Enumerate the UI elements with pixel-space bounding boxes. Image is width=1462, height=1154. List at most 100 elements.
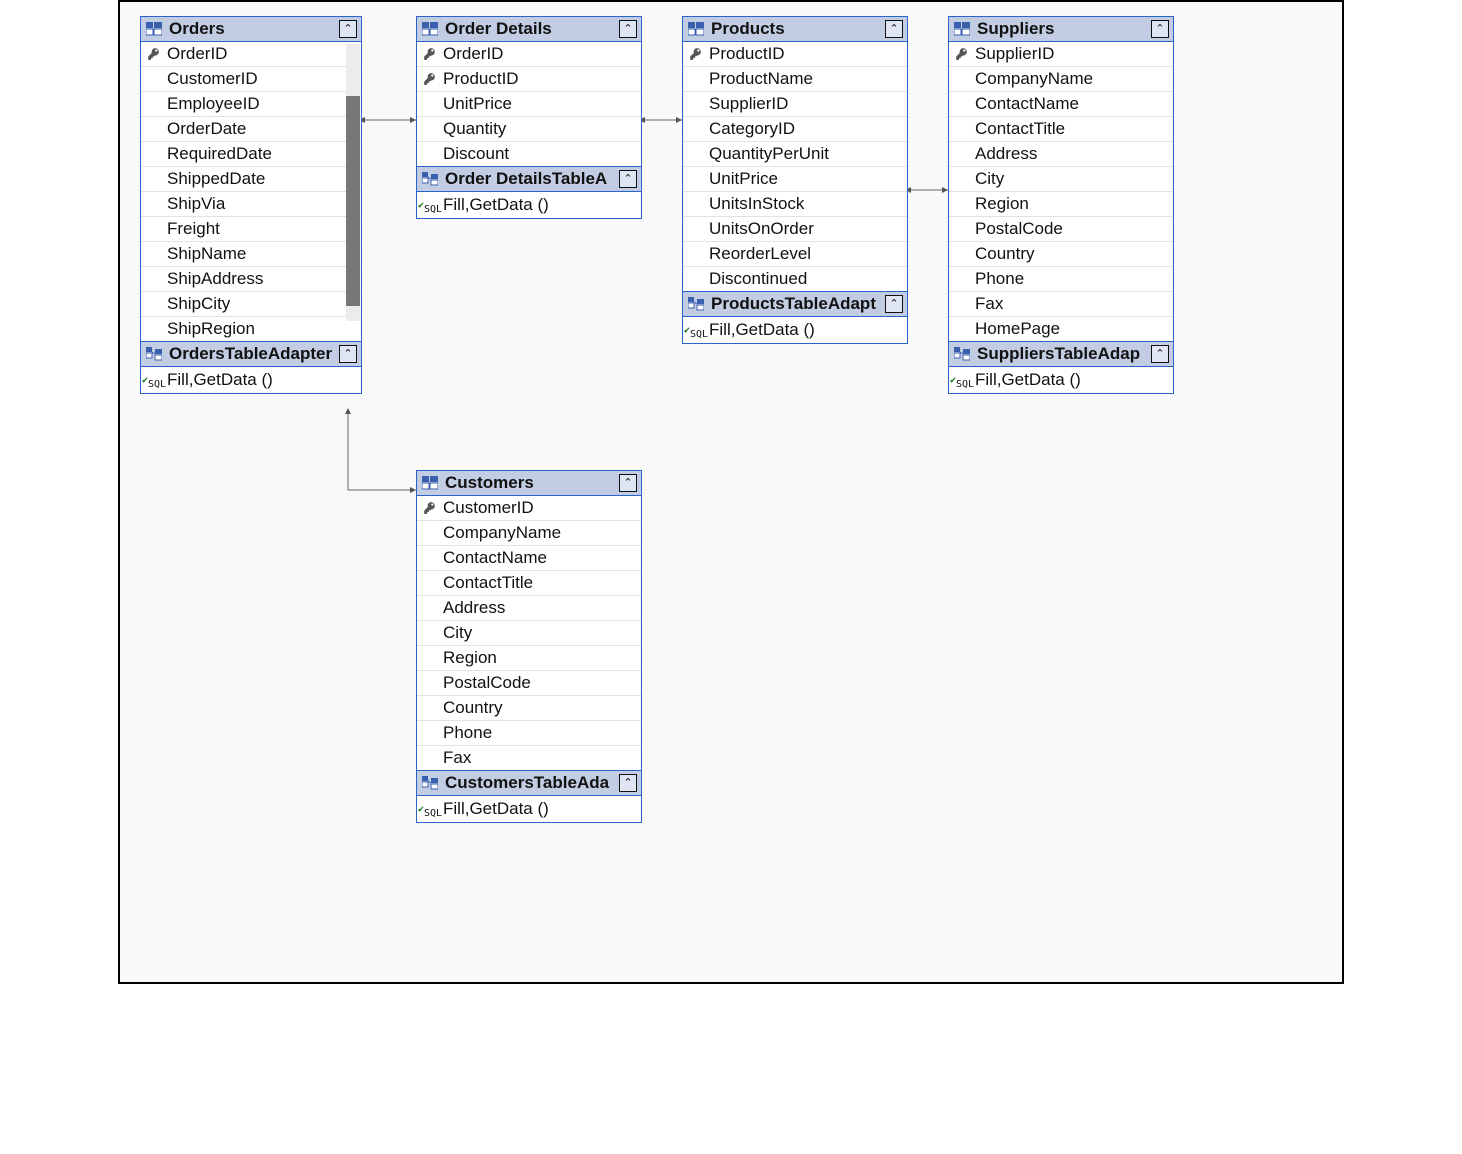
column-row[interactable]: UnitsInStock bbox=[683, 192, 907, 217]
adapter-icon bbox=[421, 776, 439, 790]
column-row[interactable]: Freight bbox=[141, 217, 361, 242]
columns-list: CustomerIDCompanyNameContactNameContactT… bbox=[417, 496, 641, 770]
column-row[interactable]: Region bbox=[417, 646, 641, 671]
collapse-icon[interactable]: ⌃ bbox=[619, 774, 637, 792]
primary-key-icon bbox=[145, 47, 163, 61]
column-row[interactable]: ShipAddress bbox=[141, 267, 361, 292]
column-row[interactable]: Fax bbox=[949, 292, 1173, 317]
relation-line[interactable] bbox=[348, 409, 416, 490]
adapter-header[interactable]: Order DetailsTableA⌃ bbox=[417, 166, 641, 192]
column-row[interactable]: Fax bbox=[417, 746, 641, 770]
column-row[interactable]: PostalCode bbox=[417, 671, 641, 696]
adapter-method-row[interactable]: ✔SQLFill,GetData () bbox=[141, 367, 361, 393]
column-row[interactable]: Phone bbox=[949, 267, 1173, 292]
column-row[interactable]: Phone bbox=[417, 721, 641, 746]
column-row[interactable]: Quantity bbox=[417, 117, 641, 142]
column-row[interactable]: Country bbox=[949, 242, 1173, 267]
column-row[interactable]: CustomerID bbox=[141, 67, 361, 92]
table-orderdetails[interactable]: Order Details⌃OrderIDProductIDUnitPrice Q… bbox=[416, 16, 642, 219]
adapter-method-row[interactable]: ✔SQLFill,GetData () bbox=[417, 796, 641, 822]
column-row[interactable]: ShipVia bbox=[141, 192, 361, 217]
column-name: Region bbox=[975, 194, 1029, 214]
adapter-header[interactable]: OrdersTableAdapter⌃ bbox=[141, 341, 361, 367]
column-row[interactable]: City bbox=[949, 167, 1173, 192]
column-row[interactable]: ContactTitle bbox=[417, 571, 641, 596]
table-products[interactable]: Products⌃ProductIDProductNameSupplierID C… bbox=[682, 16, 908, 344]
table-orders[interactable]: Orders⌃OrderIDCustomerIDEmployeeIDOrderD… bbox=[140, 16, 362, 394]
column-row[interactable]: ProductName bbox=[683, 67, 907, 92]
collapse-icon[interactable]: ⌃ bbox=[619, 474, 637, 492]
table-customers[interactable]: Customers ⌃ CustomerIDCompanyNameContactNa… bbox=[416, 470, 642, 823]
scrollbar[interactable] bbox=[346, 44, 360, 321]
column-row[interactable]: UnitPrice bbox=[683, 167, 907, 192]
column-name: Freight bbox=[167, 219, 220, 239]
column-row[interactable]: Discount bbox=[417, 142, 641, 166]
column-row[interactable]: OrderDate bbox=[141, 117, 361, 142]
column-row[interactable]: ContactName bbox=[417, 546, 641, 571]
column-row[interactable]: ProductID bbox=[683, 42, 907, 67]
collapse-icon[interactable]: ⌃ bbox=[339, 345, 357, 363]
column-row[interactable]: CustomerID bbox=[417, 496, 641, 521]
table-suppliers[interactable]: Suppliers ⌃ SupplierIDCompanyNameContactNa… bbox=[948, 16, 1174, 394]
columns-list: ProductIDProductNameSupplierID CategoryID… bbox=[683, 42, 907, 291]
column-row[interactable]: QuantityPerUnit bbox=[683, 142, 907, 167]
table-title: Suppliers bbox=[977, 19, 1145, 39]
table-icon bbox=[421, 476, 439, 490]
scroll-thumb[interactable] bbox=[346, 96, 360, 306]
column-row[interactable]: OrderID bbox=[141, 42, 361, 67]
column-name: UnitPrice bbox=[443, 94, 512, 114]
adapter-header[interactable]: ProductsTableAdapt⌃ bbox=[683, 291, 907, 317]
collapse-icon[interactable]: ⌃ bbox=[885, 295, 903, 313]
column-row[interactable]: HomePage bbox=[949, 317, 1173, 341]
column-row[interactable]: OrderID bbox=[417, 42, 641, 67]
adapter-method-row[interactable]: ✔SQLFill,GetData () bbox=[417, 192, 641, 218]
table-title: Customers bbox=[445, 473, 613, 493]
table-header[interactable]: Products⌃ bbox=[683, 17, 907, 42]
column-row[interactable]: ShippedDate bbox=[141, 167, 361, 192]
column-row[interactable]: PostalCode bbox=[949, 217, 1173, 242]
column-row[interactable]: SupplierID bbox=[683, 92, 907, 117]
collapse-icon[interactable]: ⌃ bbox=[885, 20, 903, 38]
adapter-header[interactable]: SuppliersTableAdap⌃ bbox=[949, 341, 1173, 367]
collapse-icon[interactable]: ⌃ bbox=[619, 170, 637, 188]
column-row[interactable]: Address bbox=[949, 142, 1173, 167]
column-row[interactable]: Country bbox=[417, 696, 641, 721]
column-name: SupplierID bbox=[709, 94, 788, 114]
collapse-icon[interactable]: ⌃ bbox=[1151, 345, 1169, 363]
adapter-method-row[interactable]: ✔SQLFill,GetData () bbox=[683, 317, 907, 343]
dataset-designer-canvas[interactable]: Orders⌃OrderIDCustomerIDEmployeeIDOrderD… bbox=[118, 0, 1344, 984]
sql-icon: ✔SQL bbox=[145, 371, 163, 389]
table-header[interactable]: Suppliers ⌃ bbox=[949, 17, 1173, 42]
column-row[interactable]: ContactName bbox=[949, 92, 1173, 117]
column-row[interactable]: Discontinued bbox=[683, 267, 907, 291]
column-row[interactable]: Region bbox=[949, 192, 1173, 217]
column-row[interactable]: UnitPrice bbox=[417, 92, 641, 117]
column-row[interactable]: ReorderLevel bbox=[683, 242, 907, 267]
column-row[interactable]: EmployeeID bbox=[141, 92, 361, 117]
table-header[interactable]: Order Details⌃ bbox=[417, 17, 641, 42]
columns-list: OrderIDCustomerIDEmployeeIDOrderDateRequ… bbox=[141, 42, 361, 341]
column-row[interactable]: ContactTitle bbox=[949, 117, 1173, 142]
column-row[interactable]: UnitsOnOrder bbox=[683, 217, 907, 242]
column-name: QuantityPerUnit bbox=[709, 144, 829, 164]
collapse-icon[interactable]: ⌃ bbox=[619, 20, 637, 38]
column-row[interactable]: ShipName bbox=[141, 242, 361, 267]
collapse-icon[interactable]: ⌃ bbox=[1151, 20, 1169, 38]
adapter-method-row[interactable]: ✔SQLFill,GetData () bbox=[949, 367, 1173, 393]
table-header[interactable]: Customers ⌃ bbox=[417, 471, 641, 496]
column-row[interactable]: ShipCity bbox=[141, 292, 361, 317]
column-row[interactable]: CompanyName bbox=[417, 521, 641, 546]
column-name: Address bbox=[443, 598, 505, 618]
column-row[interactable]: Address bbox=[417, 596, 641, 621]
column-row[interactable]: CategoryID bbox=[683, 117, 907, 142]
column-row[interactable]: ProductID bbox=[417, 67, 641, 92]
adapter-header[interactable]: CustomersTableAda⌃ bbox=[417, 770, 641, 796]
column-row[interactable]: City bbox=[417, 621, 641, 646]
column-row[interactable]: SupplierID bbox=[949, 42, 1173, 67]
columns-list: OrderIDProductIDUnitPrice QuantityDiscoun… bbox=[417, 42, 641, 166]
table-header[interactable]: Orders⌃ bbox=[141, 17, 361, 42]
column-row[interactable]: CompanyName bbox=[949, 67, 1173, 92]
column-row[interactable]: RequiredDate bbox=[141, 142, 361, 167]
column-row[interactable]: ShipRegion bbox=[141, 317, 361, 341]
collapse-icon[interactable]: ⌃ bbox=[339, 20, 357, 38]
